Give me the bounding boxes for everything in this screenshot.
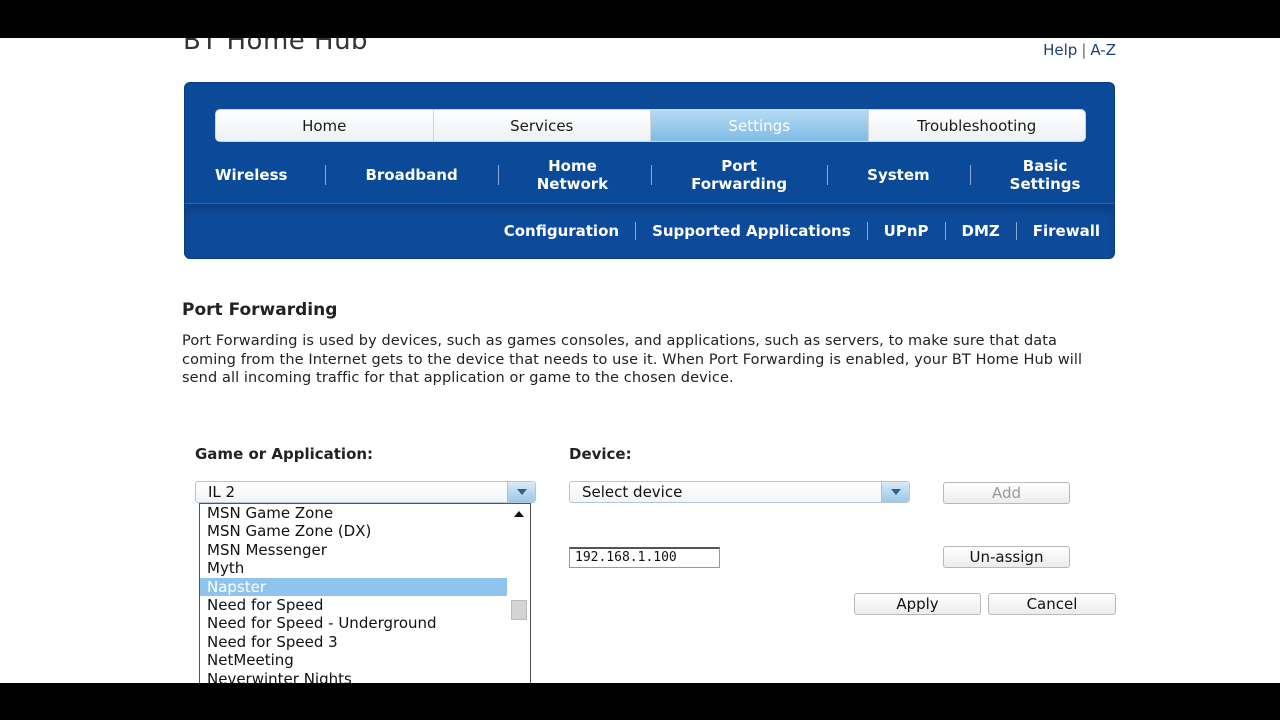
brand-title: BT Home Hub: [183, 38, 369, 56]
list-item[interactable]: Need for Speed 3: [200, 633, 507, 651]
add-button[interactable]: Add: [943, 482, 1070, 504]
subtab-wireless[interactable]: Wireless: [193, 166, 325, 184]
page-title: Port Forwarding: [182, 300, 338, 320]
help-separator: |: [1081, 41, 1087, 59]
tab-home[interactable]: Home: [216, 110, 434, 141]
nav-panel: Home Services Settings Troubleshooting W…: [184, 82, 1115, 259]
page-description: Port Forwarding is used by devices, such…: [182, 333, 1083, 386]
help-link[interactable]: Help: [1043, 41, 1077, 59]
subtab-port-forwarding[interactable]: Port Forwarding: [652, 157, 827, 193]
scroll-up-icon[interactable]: [514, 511, 524, 517]
letterbox-bottom: [0, 683, 1280, 720]
device-select-value: Select device: [582, 483, 683, 501]
main-tabs: Home Services Settings Troubleshooting: [215, 109, 1086, 142]
az-link[interactable]: A-Z: [1090, 41, 1116, 59]
list-item[interactable]: Neverwinter Nights: [200, 670, 507, 683]
tab-configuration[interactable]: Configuration: [504, 222, 635, 240]
subtab-broadband[interactable]: Broadband: [326, 166, 497, 184]
settings-subnav: Wireless Broadband Home Network Port For…: [185, 149, 1114, 201]
chevron-down-icon[interactable]: [881, 482, 909, 502]
tab-settings[interactable]: Settings: [651, 110, 869, 141]
tab-services[interactable]: Services: [433, 110, 651, 141]
game-select[interactable]: IL 2: [195, 481, 536, 503]
tab-upnp[interactable]: UPnP: [868, 222, 945, 240]
device-select[interactable]: Select device: [569, 481, 910, 503]
tab-troubleshooting[interactable]: Troubleshooting: [868, 110, 1085, 141]
port-forwarding-subnav: Configuration Supported Applications UPn…: [185, 203, 1114, 258]
apply-button[interactable]: Apply: [854, 593, 981, 615]
dropdown-scrollbar[interactable]: [508, 504, 530, 683]
list-item[interactable]: Myth: [200, 559, 507, 577]
tab-dmz[interactable]: DMZ: [946, 222, 1016, 240]
list-item-selected[interactable]: Napster: [200, 577, 507, 596]
tab-supported-applications[interactable]: Supported Applications: [636, 222, 867, 240]
tab-firewall[interactable]: Firewall: [1017, 222, 1100, 240]
list-item[interactable]: MSN Game Zone: [200, 504, 507, 522]
device-ip-field: 192.168.1.100: [569, 547, 720, 568]
help-links: Help | A-Z: [1043, 41, 1116, 59]
list-item[interactable]: MSN Game Zone (DX): [200, 522, 507, 540]
page: BT Home Hub Help | A-Z Home Services Setti…: [0, 38, 1280, 683]
cancel-button[interactable]: Cancel: [988, 593, 1116, 615]
device-label: Device:: [569, 445, 632, 463]
game-label: Game or Application:: [195, 445, 374, 463]
unassign-button[interactable]: Un-assign: [943, 546, 1070, 568]
letterbox-top: [0, 0, 1280, 38]
list-item[interactable]: Need for Speed - Underground: [200, 614, 507, 632]
subtab-system[interactable]: System: [828, 166, 969, 184]
list-item[interactable]: Need for Speed: [200, 596, 507, 614]
subtab-basic-settings[interactable]: Basic Settings: [971, 157, 1101, 193]
scrollbar-thumb[interactable]: [511, 600, 527, 620]
chevron-down-icon[interactable]: [507, 482, 535, 502]
subtab-home-network[interactable]: Home Network: [499, 157, 651, 193]
game-dropdown-list[interactable]: MSN Game Zone MSN Game Zone (DX) MSN Mes…: [199, 503, 531, 683]
game-select-value: IL 2: [208, 483, 236, 501]
third-tabs: Configuration Supported Applications UPn…: [504, 222, 1100, 240]
list-item[interactable]: MSN Messenger: [200, 541, 507, 559]
list-item[interactable]: NetMeeting: [200, 651, 507, 669]
